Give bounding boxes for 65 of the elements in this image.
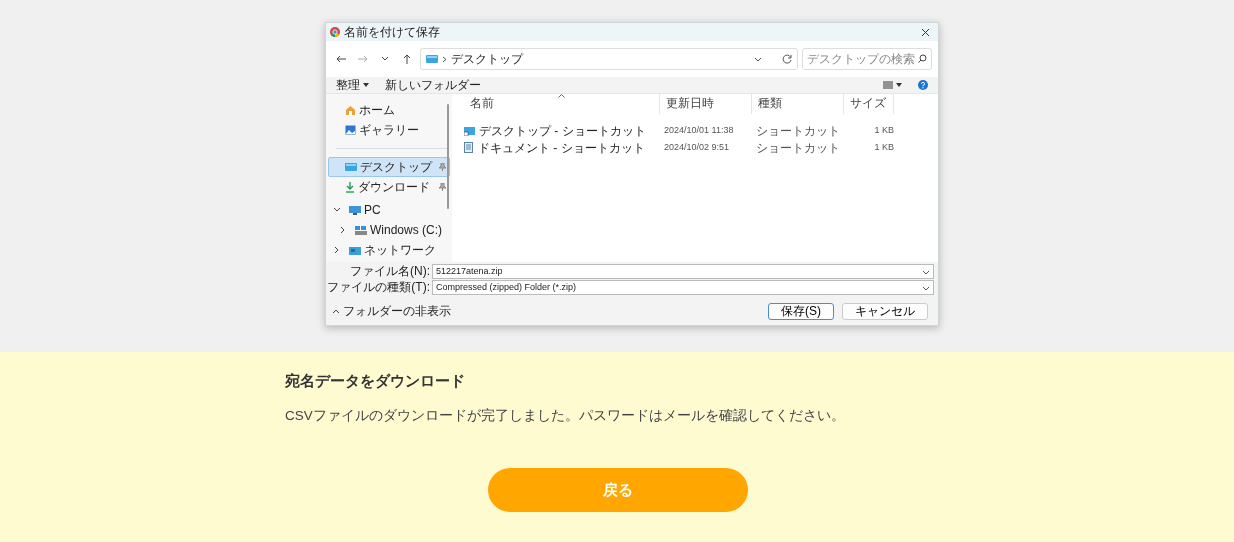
- forward-arrow-icon: [358, 54, 368, 64]
- file-name: デスクトップ - ショートカット: [479, 122, 646, 140]
- file-row[interactable]: ドキュメント - ショートカット 2024/10/02 9:51 ショートカット 1 KB: [464, 139, 938, 156]
- back-arrow-icon: [336, 54, 346, 64]
- file-date: 2024/10/02 9:51: [663, 140, 731, 154]
- cancel-button[interactable]: キャンセル: [842, 302, 928, 320]
- view-menu-button[interactable]: [883, 81, 902, 89]
- column-header[interactable]: 更新日時: [660, 94, 752, 114]
- sidebar-item[interactable]: ギャラリー: [328, 120, 450, 140]
- sidebar-item[interactable]: デスクトップ: [328, 157, 450, 177]
- desktop-shortcut-icon: [464, 125, 475, 136]
- file-name-label: ファイル名(N):: [349, 264, 431, 279]
- search-icon: [918, 54, 927, 63]
- close-icon: [920, 27, 930, 37]
- completion-message: CSVファイルのダウンロードが完了しました。パスワードはメールを確認してください。: [285, 407, 846, 425]
- column-header[interactable]: サイズ: [844, 94, 894, 114]
- file-type: ショートカット: [755, 139, 841, 157]
- sidebar-item[interactable]: ダウンロード: [328, 177, 450, 197]
- file-name: ドキュメント - ショートカット: [478, 139, 645, 157]
- file-type-label: ファイルの種類(T):: [326, 280, 431, 295]
- app-logo-icon: [330, 27, 340, 37]
- file-size: 1 KB: [873, 140, 894, 154]
- pin-icon: [439, 183, 446, 191]
- caret-down-icon: [896, 83, 902, 87]
- address-text: デスクトップ: [451, 51, 525, 68]
- file-row[interactable]: デスクトップ - ショートカット 2024/10/01 11:38 ショートカット 1 KB: [464, 122, 938, 139]
- column-header[interactable]: 種類: [752, 94, 844, 114]
- scrollbar-thumb[interactable]: [447, 104, 449, 209]
- desktop-folder-icon: [345, 163, 357, 171]
- drive-icon: [355, 225, 367, 235]
- document-shortcut-icon: [464, 142, 474, 153]
- address-bar[interactable]: デスクトップ: [420, 48, 798, 70]
- tree-item[interactable]: PC: [328, 200, 450, 220]
- hide-folders-button[interactable]: フォルダーの非表示: [332, 302, 451, 320]
- picture-icon: [345, 125, 356, 135]
- organize-menu-button[interactable]: 整理: [336, 76, 369, 94]
- column-header[interactable]: 名前: [464, 94, 660, 114]
- download-icon: [345, 181, 355, 193]
- file-type-dropdown[interactable]: Compressed (zipped) Folder (*.zip): [432, 280, 934, 295]
- tree-item[interactable]: Windows (C:): [328, 220, 450, 240]
- monitor-icon: [349, 205, 361, 215]
- home-icon: [345, 105, 356, 115]
- panel-heading: 宛名データをダウンロード: [285, 372, 466, 390]
- caret-down-icon: [363, 83, 369, 87]
- sort-up-icon: [557, 94, 565, 98]
- help-button[interactable]: [918, 80, 928, 90]
- file-size: 1 KB: [873, 123, 894, 137]
- desktop-folder-icon: [426, 55, 438, 63]
- pin-icon: [439, 163, 446, 171]
- help-icon: [918, 80, 928, 90]
- tree-item[interactable]: ネットワーク: [328, 240, 450, 260]
- up-arrow-icon: [402, 54, 412, 64]
- file-name-field[interactable]: 512217atena.zip: [432, 264, 934, 279]
- refresh-icon: [782, 54, 792, 64]
- search-field[interactable]: デスクトップの検索: [802, 48, 932, 70]
- file-type: ショートカット: [755, 122, 841, 140]
- chevron-down-icon: [753, 55, 762, 63]
- chevron-up-icon: [332, 308, 340, 314]
- chevron-right-icon: [442, 55, 447, 63]
- file-date: 2024/10/01 11:38: [663, 123, 735, 137]
- save-button[interactable]: 保存(S): [768, 302, 834, 320]
- network-icon: [349, 245, 361, 255]
- sidebar-item[interactable]: ホーム: [328, 100, 450, 120]
- window-title: 名前を付けて保存: [344, 24, 440, 41]
- new-folder-button[interactable]: 新しいフォルダー: [385, 76, 481, 94]
